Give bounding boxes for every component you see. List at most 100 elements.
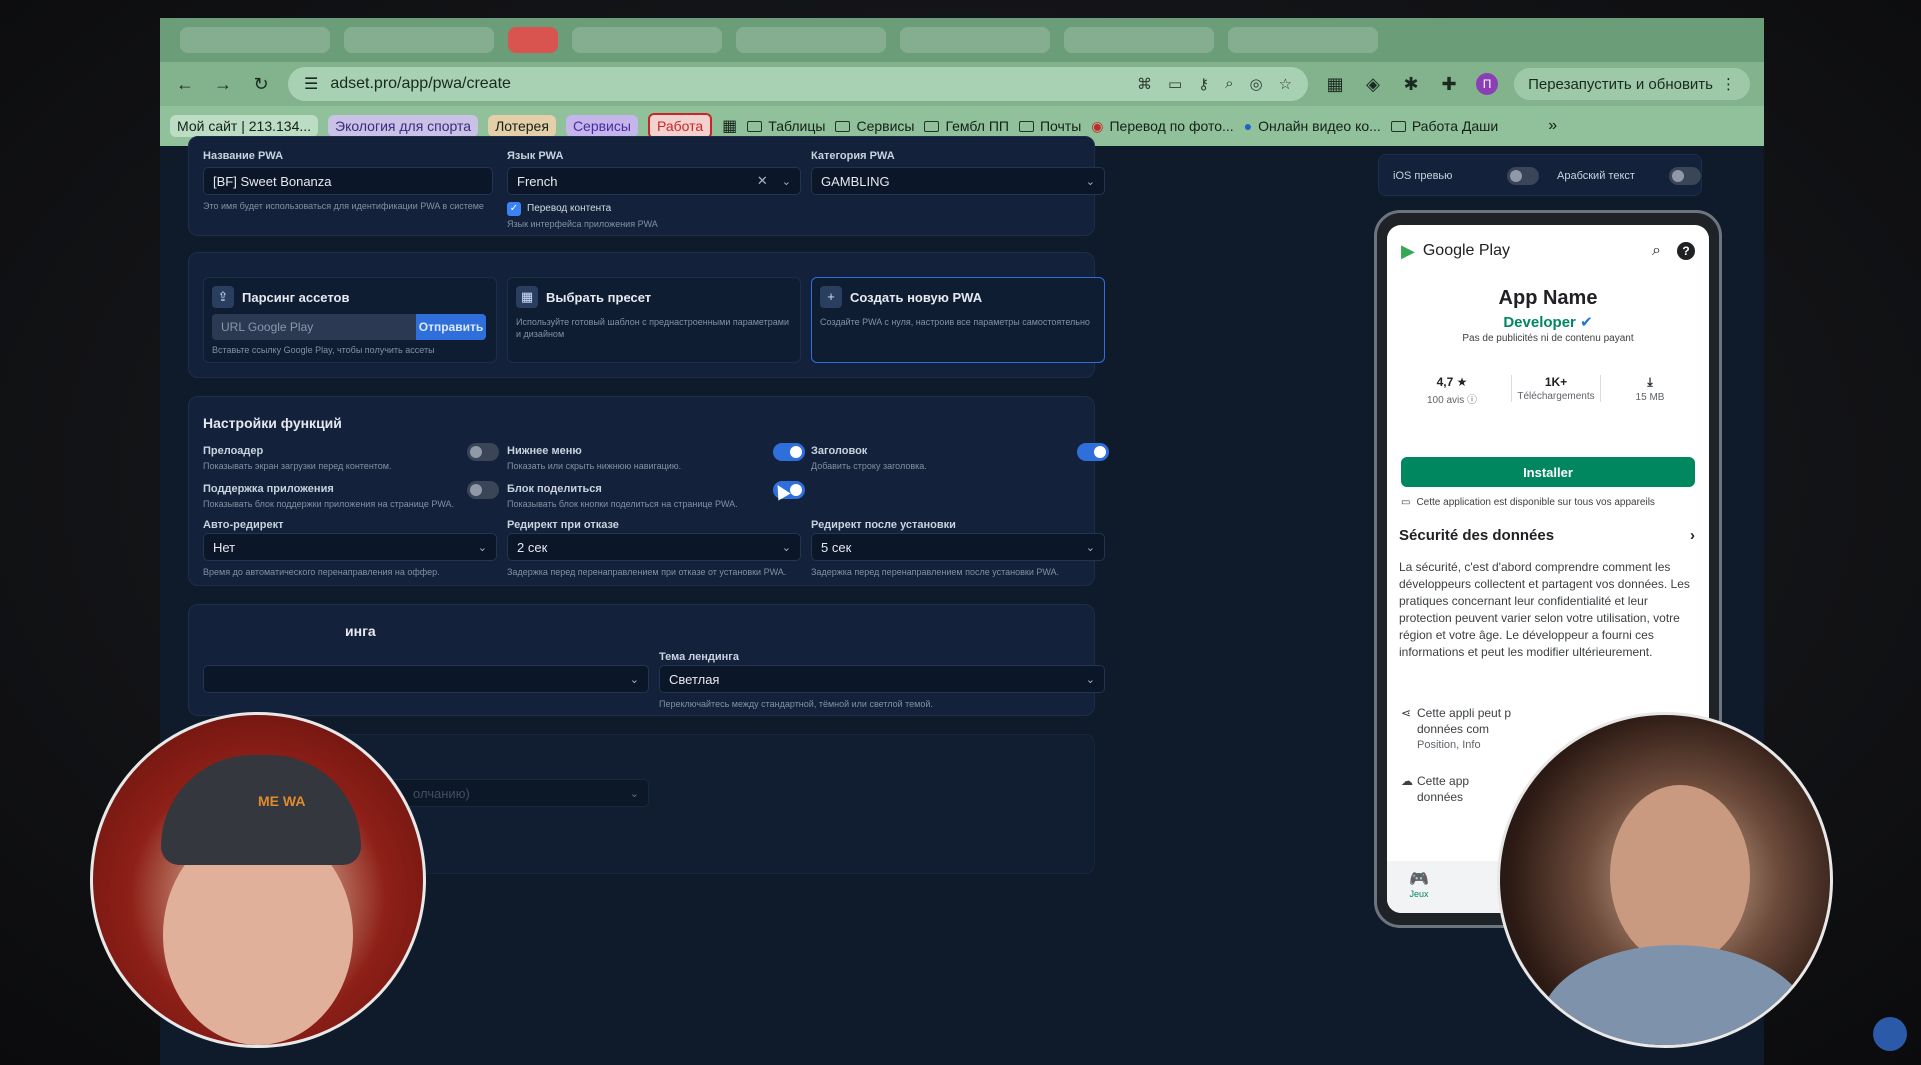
bookmark-folder[interactable]: Почты <box>1018 118 1082 134</box>
help-icon[interactable]: ? <box>1677 242 1695 260</box>
browser-tab[interactable] <box>344 27 494 53</box>
default-select-value: олчанию) <box>413 785 470 801</box>
after-install-redirect-select[interactable]: 5 сек ⌄ <box>811 533 1105 561</box>
reload-icon[interactable]: ↻ <box>250 73 272 95</box>
folder-label: Сервисы <box>856 118 915 134</box>
install-button[interactable]: Installer <box>1401 457 1695 487</box>
profile-avatar[interactable]: П <box>1476 73 1499 95</box>
chevron-down-icon: ⌄ <box>1085 673 1095 686</box>
url-field[interactable]: ☰ adset.pro/app/pwa/create ⌘ ▭ ⚷ ⌕ ◎ ☆ <box>288 67 1309 101</box>
bookmark-link[interactable]: ● Онлайн видео ко... <box>1244 118 1381 134</box>
send-button[interactable]: Отправить <box>416 314 486 340</box>
bookmark-label: Перевод по фото... <box>1109 118 1234 134</box>
after-install-redirect-label: Редирект после установки <box>811 519 956 531</box>
folder-label: Почты <box>1039 118 1082 134</box>
bookmark-folder[interactable]: Таблицы <box>747 118 825 134</box>
grid-icon: ▦ <box>516 286 538 308</box>
cast-icon[interactable]: ▭ <box>1168 75 1182 93</box>
browser-tab[interactable] <box>1228 27 1378 53</box>
downloads-stat: 1K+ Téléchargements <box>1511 375 1601 402</box>
star-icon[interactable]: ☆ <box>1279 75 1292 93</box>
puzzle-icon[interactable]: ✚ <box>1438 73 1460 95</box>
browser-tab[interactable] <box>508 27 558 53</box>
cap-logo: ME WA <box>258 793 306 809</box>
data-share-line3: Position, Info <box>1417 739 1481 751</box>
browser-tab[interactable] <box>572 27 722 53</box>
browser-tab[interactable] <box>900 27 1050 53</box>
landing-theme-select[interactable]: Светлая ⌄ <box>659 665 1105 693</box>
auto-redirect-select[interactable]: Нет ⌄ <box>203 533 497 561</box>
eye-off-icon[interactable]: ◎ <box>1250 75 1263 93</box>
google-play-header: ▶ Google Play ⌕ ? <box>1401 239 1695 263</box>
preloader-toggle[interactable] <box>467 443 499 461</box>
developer-row[interactable]: Developer ✔ <box>1387 313 1709 331</box>
extension-icon[interactable]: ◈ <box>1362 73 1384 95</box>
downloads-label: Téléchargements <box>1517 391 1595 402</box>
parse-assets-card[interactable]: ⇪ Парсинг ассетов URL Google Play Отправ… <box>203 277 497 363</box>
feature-settings-card: Настройки функций Прелоадер Показывать э… <box>188 396 1109 586</box>
nav-games[interactable]: 🎮 Jeux <box>1399 869 1439 899</box>
browser-tab[interactable] <box>1064 27 1214 53</box>
bookmark-item[interactable]: Лотерея <box>488 115 556 137</box>
browser-tab[interactable] <box>736 27 886 53</box>
pwa-category-select[interactable]: GAMBLING ⌄ <box>811 167 1105 195</box>
site-info-icon[interactable]: ☰ <box>304 74 318 94</box>
key-icon[interactable]: ⚷ <box>1198 75 1209 93</box>
bookmark-folder[interactable]: Сервисы <box>835 118 914 134</box>
zoom-icon[interactable]: ⌕ <box>1225 75 1233 93</box>
choose-preset-card[interactable]: ▦ Выбрать пресет Используйте готовый шаб… <box>507 277 801 363</box>
reviews-count: 100 avis ⓘ <box>1426 395 1478 406</box>
size-value: 15 MB <box>1635 392 1665 403</box>
search-icon[interactable]: ⌕ <box>1652 242 1661 260</box>
bookmark-item[interactable]: Сервисы <box>565 115 638 137</box>
translate-content-checkbox[interactable]: ✓ <box>507 202 521 216</box>
bottom-menu-toggle[interactable] <box>773 443 805 461</box>
jacket <box>1540 945 1810 1045</box>
pwa-language-select[interactable]: French ✕ ⌄ <box>507 167 801 195</box>
app-support-toggle[interactable] <box>467 481 499 499</box>
header-icons: ⌕ ? <box>1652 242 1695 260</box>
back-icon[interactable]: ← <box>174 73 196 95</box>
forward-icon[interactable]: → <box>212 73 234 95</box>
after-install-redirect-hint: Задержка перед перенаправлением после ус… <box>811 567 1060 577</box>
downloads-value: 1K+ <box>1544 375 1568 389</box>
more-bookmarks-icon[interactable]: » <box>1548 117 1557 135</box>
header-toggle[interactable] <box>1077 443 1109 461</box>
extension-icon[interactable]: ▦ <box>1324 73 1346 95</box>
bookmark-folder[interactable]: Гембл ПП <box>924 118 1009 134</box>
security-header[interactable]: Sécurité des données › <box>1399 527 1695 544</box>
ios-preview-toggle[interactable] <box>1507 167 1539 185</box>
arabic-text-toggle[interactable] <box>1669 167 1701 185</box>
data-collect-item: ☁ Cette app données <box>1401 773 1469 805</box>
google-play-url-input[interactable]: URL Google Play <box>212 314 416 340</box>
parse-assets-title: Парсинг ассетов <box>242 290 350 305</box>
bookmark-link[interactable]: ◉ Перевод по фото... <box>1091 118 1233 135</box>
preloader-hint: Показывать экран загрузки перед контенто… <box>203 461 392 471</box>
create-new-pwa-card[interactable]: + Создать новую PWA Создайте PWA с нуля,… <box>811 277 1105 363</box>
pwa-category-label: Категория PWA <box>811 150 895 162</box>
apps-grid-icon[interactable]: ▦ <box>722 116 737 136</box>
translate-icon[interactable]: ⌘ <box>1137 75 1152 93</box>
bookmark-item[interactable]: Экология для спорта <box>328 115 479 137</box>
clear-icon[interactable]: ✕ <box>757 173 768 189</box>
create-new-pwa-title: Создать новую PWA <box>850 290 983 305</box>
google-play-logo-icon: ▶ <box>1401 240 1415 261</box>
extension-icon[interactable]: ✱ <box>1400 73 1422 95</box>
restart-update-button[interactable]: Перезапустить и обновить ⋮ <box>1514 68 1750 100</box>
auto-redirect-label: Авто-редирект <box>203 519 284 531</box>
decline-redirect-value: 2 сек <box>517 539 548 555</box>
rating-stat: 4,7 ★ 100 avis ⓘ <box>1407 375 1497 406</box>
pwa-category-value: GAMBLING <box>821 173 890 189</box>
pwa-name-hint: Это имя будет использоваться для идентиф… <box>203 201 484 211</box>
address-bar-row: ← → ↻ ☰ adset.pro/app/pwa/create ⌘ ▭ ⚷ ⌕… <box>160 62 1764 106</box>
pwa-name-input[interactable]: [BF] Sweet Bonanza <box>203 167 493 195</box>
landing-theme-value: Светлая <box>669 671 720 687</box>
bookmark-item[interactable]: Мой сайт | 213.134... <box>170 115 319 137</box>
landing-template-select[interactable]: ⌄ <box>203 665 649 693</box>
browser-tab[interactable] <box>180 27 330 53</box>
video-app-icon: ● <box>1243 118 1253 134</box>
decline-redirect-label: Редирект при отказе <box>507 519 619 531</box>
bookmark-folder[interactable]: Работа Даши <box>1390 118 1498 134</box>
decline-redirect-select[interactable]: 2 сек ⌄ <box>507 533 801 561</box>
devices-icon: ▭ <box>1401 497 1411 508</box>
